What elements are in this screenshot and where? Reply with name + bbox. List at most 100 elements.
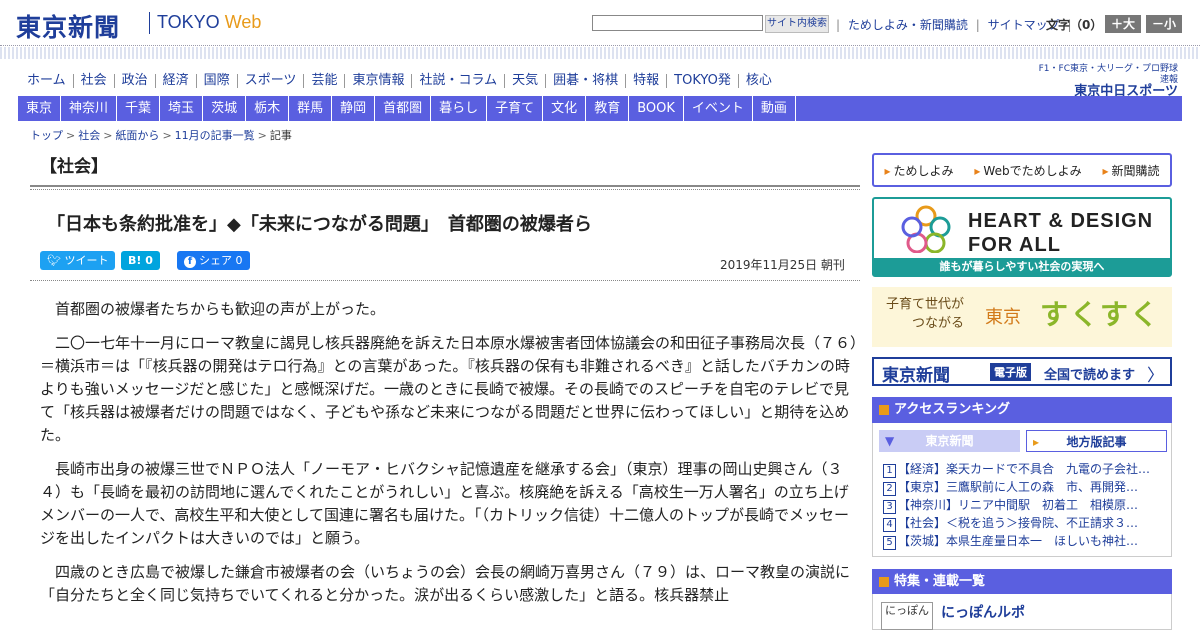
- region-item-video[interactable]: 動画: [753, 96, 796, 121]
- region-item-tokyo[interactable]: 東京: [18, 96, 62, 121]
- link-separator: |: [836, 18, 841, 32]
- sukusuku-title: すくすく: [1040, 298, 1161, 331]
- breadcrumb-sep: >: [103, 129, 113, 142]
- font-larger-button[interactable]: ＋大: [1105, 15, 1141, 33]
- chevron-right-icon: 〉: [1147, 366, 1164, 386]
- feature-thumbnail[interactable]: にっぽん: [881, 602, 933, 630]
- breadcrumb-society[interactable]: 社会: [78, 129, 100, 142]
- article-paragraph: 四歳のとき広島で被爆した鎌倉市被爆者の会（いちょうの会）会長の網崎万喜男さん（７…: [40, 563, 851, 604]
- region-item-shizuoka[interactable]: 静岡: [332, 96, 376, 121]
- search-input[interactable]: [592, 15, 763, 31]
- breadcrumb-paper[interactable]: 紙面から: [115, 129, 159, 142]
- logo-en-web: Web: [224, 12, 262, 32]
- facebook-count: 0: [235, 254, 243, 267]
- region-item-saitama[interactable]: 埼玉: [160, 96, 204, 121]
- region-item-tochigi[interactable]: 栃木: [246, 96, 290, 121]
- nav-item-go-shogi[interactable]: 囲碁・将棋: [546, 74, 627, 88]
- region-item-book[interactable]: BOOK: [629, 96, 684, 121]
- ranking-title: 【茨城】本県生産量日本一 ほしいも神社…: [898, 534, 1139, 548]
- nav-item-society[interactable]: 社会: [74, 74, 115, 88]
- breadcrumb-top[interactable]: トップ: [30, 129, 63, 142]
- hatena-label: B!: [128, 254, 142, 267]
- ranking-title: 【東京】三鷹駅前に人工の森 市、再開発…: [898, 480, 1139, 494]
- tweet-label: ツイート: [64, 254, 109, 267]
- tab-local-articles[interactable]: ▸ 地方版記事: [1026, 430, 1167, 452]
- region-item-event[interactable]: イベント: [684, 96, 753, 121]
- nav-item-entertainment[interactable]: 芸能: [304, 74, 346, 88]
- triangle-right-icon: ▸: [1033, 435, 1040, 449]
- twitter-bird-icon: 🐦︎: [47, 254, 65, 267]
- tab-local-articles-label: 地方版記事: [1066, 435, 1127, 449]
- nav-item-international[interactable]: 国際: [197, 74, 238, 88]
- article-paragraph: 首都圏の被爆者たちからも歓迎の声が上がった。: [55, 300, 386, 318]
- breadcrumb: トップ > 社会 > 紙面から >11月の記事一覧 > 記事: [30, 127, 292, 143]
- hatena-bookmark-button[interactable]: B! 0: [121, 251, 160, 270]
- site-logo-en[interactable]: TOKYO Web: [157, 12, 261, 33]
- ranking-number: 1: [883, 464, 896, 478]
- ranking-list: 1 【経済】楽天カードで不具合 九電の子会社… 2 【東京】三鷹駅前に人工の森 市、…: [883, 460, 1165, 550]
- region-item-parenting[interactable]: 子育て: [487, 96, 544, 121]
- region-item-culture[interactable]: 文化: [543, 96, 587, 121]
- logo-divider: [149, 12, 150, 34]
- nav-item-editorial[interactable]: 社説・コラム: [412, 74, 506, 88]
- breadcrumb-current: 記事: [269, 129, 292, 142]
- facebook-share-button[interactable]: f シェア 0: [177, 251, 250, 270]
- link-trial-subscribe[interactable]: ためしよみ・新聞購読: [848, 18, 968, 32]
- nav-item-tokyo-hatsu[interactable]: TOKYO発: [667, 74, 739, 88]
- region-item-education[interactable]: 教育: [586, 96, 630, 121]
- site-logo[interactable]: 東京新聞: [16, 8, 120, 44]
- e-edition-text: 全国で読めます: [1044, 368, 1136, 383]
- ranking-item[interactable]: 1 【経済】楽天カードで不具合 九電の子会社…: [883, 460, 1165, 478]
- breadcrumb-month-list[interactable]: 11月の記事一覧: [175, 129, 255, 142]
- heart-design-title-line1: HEART & DESIGN: [968, 210, 1154, 232]
- region-item-living[interactable]: 暮らし: [431, 96, 488, 121]
- article-date: 2019年11月25日 朝刊: [720, 258, 845, 272]
- feature-title[interactable]: にっぽんルポ: [941, 602, 1025, 622]
- ranking-header: アクセスランキング: [872, 397, 1172, 423]
- font-smaller-button[interactable]: －小: [1146, 15, 1182, 33]
- region-item-chiba[interactable]: 千葉: [117, 96, 161, 121]
- nav-item-home[interactable]: ホーム: [20, 74, 74, 88]
- article-rule: [30, 280, 860, 281]
- region-item-gunma[interactable]: 群馬: [289, 96, 333, 121]
- font-size-label: 文字（0）: [1046, 18, 1103, 32]
- ranking-number: 2: [883, 482, 896, 496]
- sukusuku-banner[interactable]: 子育て世代が つながる 東京 すくすく: [872, 287, 1172, 347]
- facebook-icon: f: [184, 256, 196, 268]
- region-item-metro[interactable]: 首都圏: [375, 96, 432, 121]
- web-trial-button[interactable]: Webでためしよみ: [974, 162, 1081, 179]
- breadcrumb-sep: >: [66, 129, 76, 142]
- nav-item-tokyo-info[interactable]: 東京情報: [345, 74, 413, 88]
- nav-item-sports[interactable]: スポーツ: [238, 74, 305, 88]
- ranking-item[interactable]: 5 【茨城】本県生産量日本一 ほしいも神社…: [883, 532, 1165, 550]
- nav-item-special-report[interactable]: 特報: [626, 74, 668, 88]
- tab-tokyo-shimbun[interactable]: ▼ 東京新聞: [879, 430, 1020, 452]
- ranking-item[interactable]: 4 【社会】＜税を追う＞接骨院、不正請求３…: [883, 514, 1165, 532]
- hatena-count: 0: [145, 254, 153, 267]
- chunichi-sports-link[interactable]: F1・FC東京・大リーグ・プロ野球速報 東京中日スポーツ: [1030, 64, 1178, 99]
- article-paragraph: 二〇一七年十一月にローマ教皇に謁見し核兵器廃絶を訴えた日本原水爆被害者団体協議会…: [40, 334, 858, 444]
- region-item-kanagawa[interactable]: 神奈川: [61, 96, 118, 121]
- nav-item-kakushin[interactable]: 核心: [739, 74, 779, 88]
- site-search-button[interactable]: サイト内検索: [765, 15, 829, 33]
- nav-item-politics[interactable]: 政治: [115, 74, 156, 88]
- region-item-ibaraki[interactable]: 茨城: [203, 96, 247, 121]
- ranking-number: 5: [883, 536, 896, 550]
- trial-read-button[interactable]: ためしよみ: [884, 162, 953, 179]
- ranking-title: 【神奈川】リニア中間駅 初着工 相模原…: [898, 498, 1139, 512]
- e-edition-banner[interactable]: 東京新聞 電子版 全国で読めます 〉: [872, 357, 1172, 386]
- section-rule: [30, 185, 860, 190]
- subscribe-button-bar: ためしよみ Webでためしよみ 新聞購読: [872, 153, 1172, 187]
- chunichi-tagline: F1・FC東京・大リーグ・プロ野球速報: [1038, 64, 1178, 85]
- heart-design-banner[interactable]: HEART & DESIGN FOR ALL 誰もが暮らしやすい社会の実現へ: [872, 197, 1172, 277]
- nav-item-economy[interactable]: 経済: [156, 74, 197, 88]
- tweet-button[interactable]: 🐦︎ ツイート: [40, 251, 116, 270]
- nav-item-weather[interactable]: 天気: [505, 74, 547, 88]
- header-stripe: [0, 47, 1200, 59]
- ranking-item[interactable]: 2 【東京】三鷹駅前に人工の森 市、再開発…: [883, 478, 1165, 496]
- ranking-number: 3: [883, 500, 896, 514]
- ranking-number: 4: [883, 518, 896, 532]
- ranking-item[interactable]: 3 【神奈川】リニア中間駅 初着工 相模原…: [883, 496, 1165, 514]
- e-edition-tag: 電子版: [990, 363, 1031, 381]
- subscribe-button[interactable]: 新聞購読: [1102, 162, 1160, 179]
